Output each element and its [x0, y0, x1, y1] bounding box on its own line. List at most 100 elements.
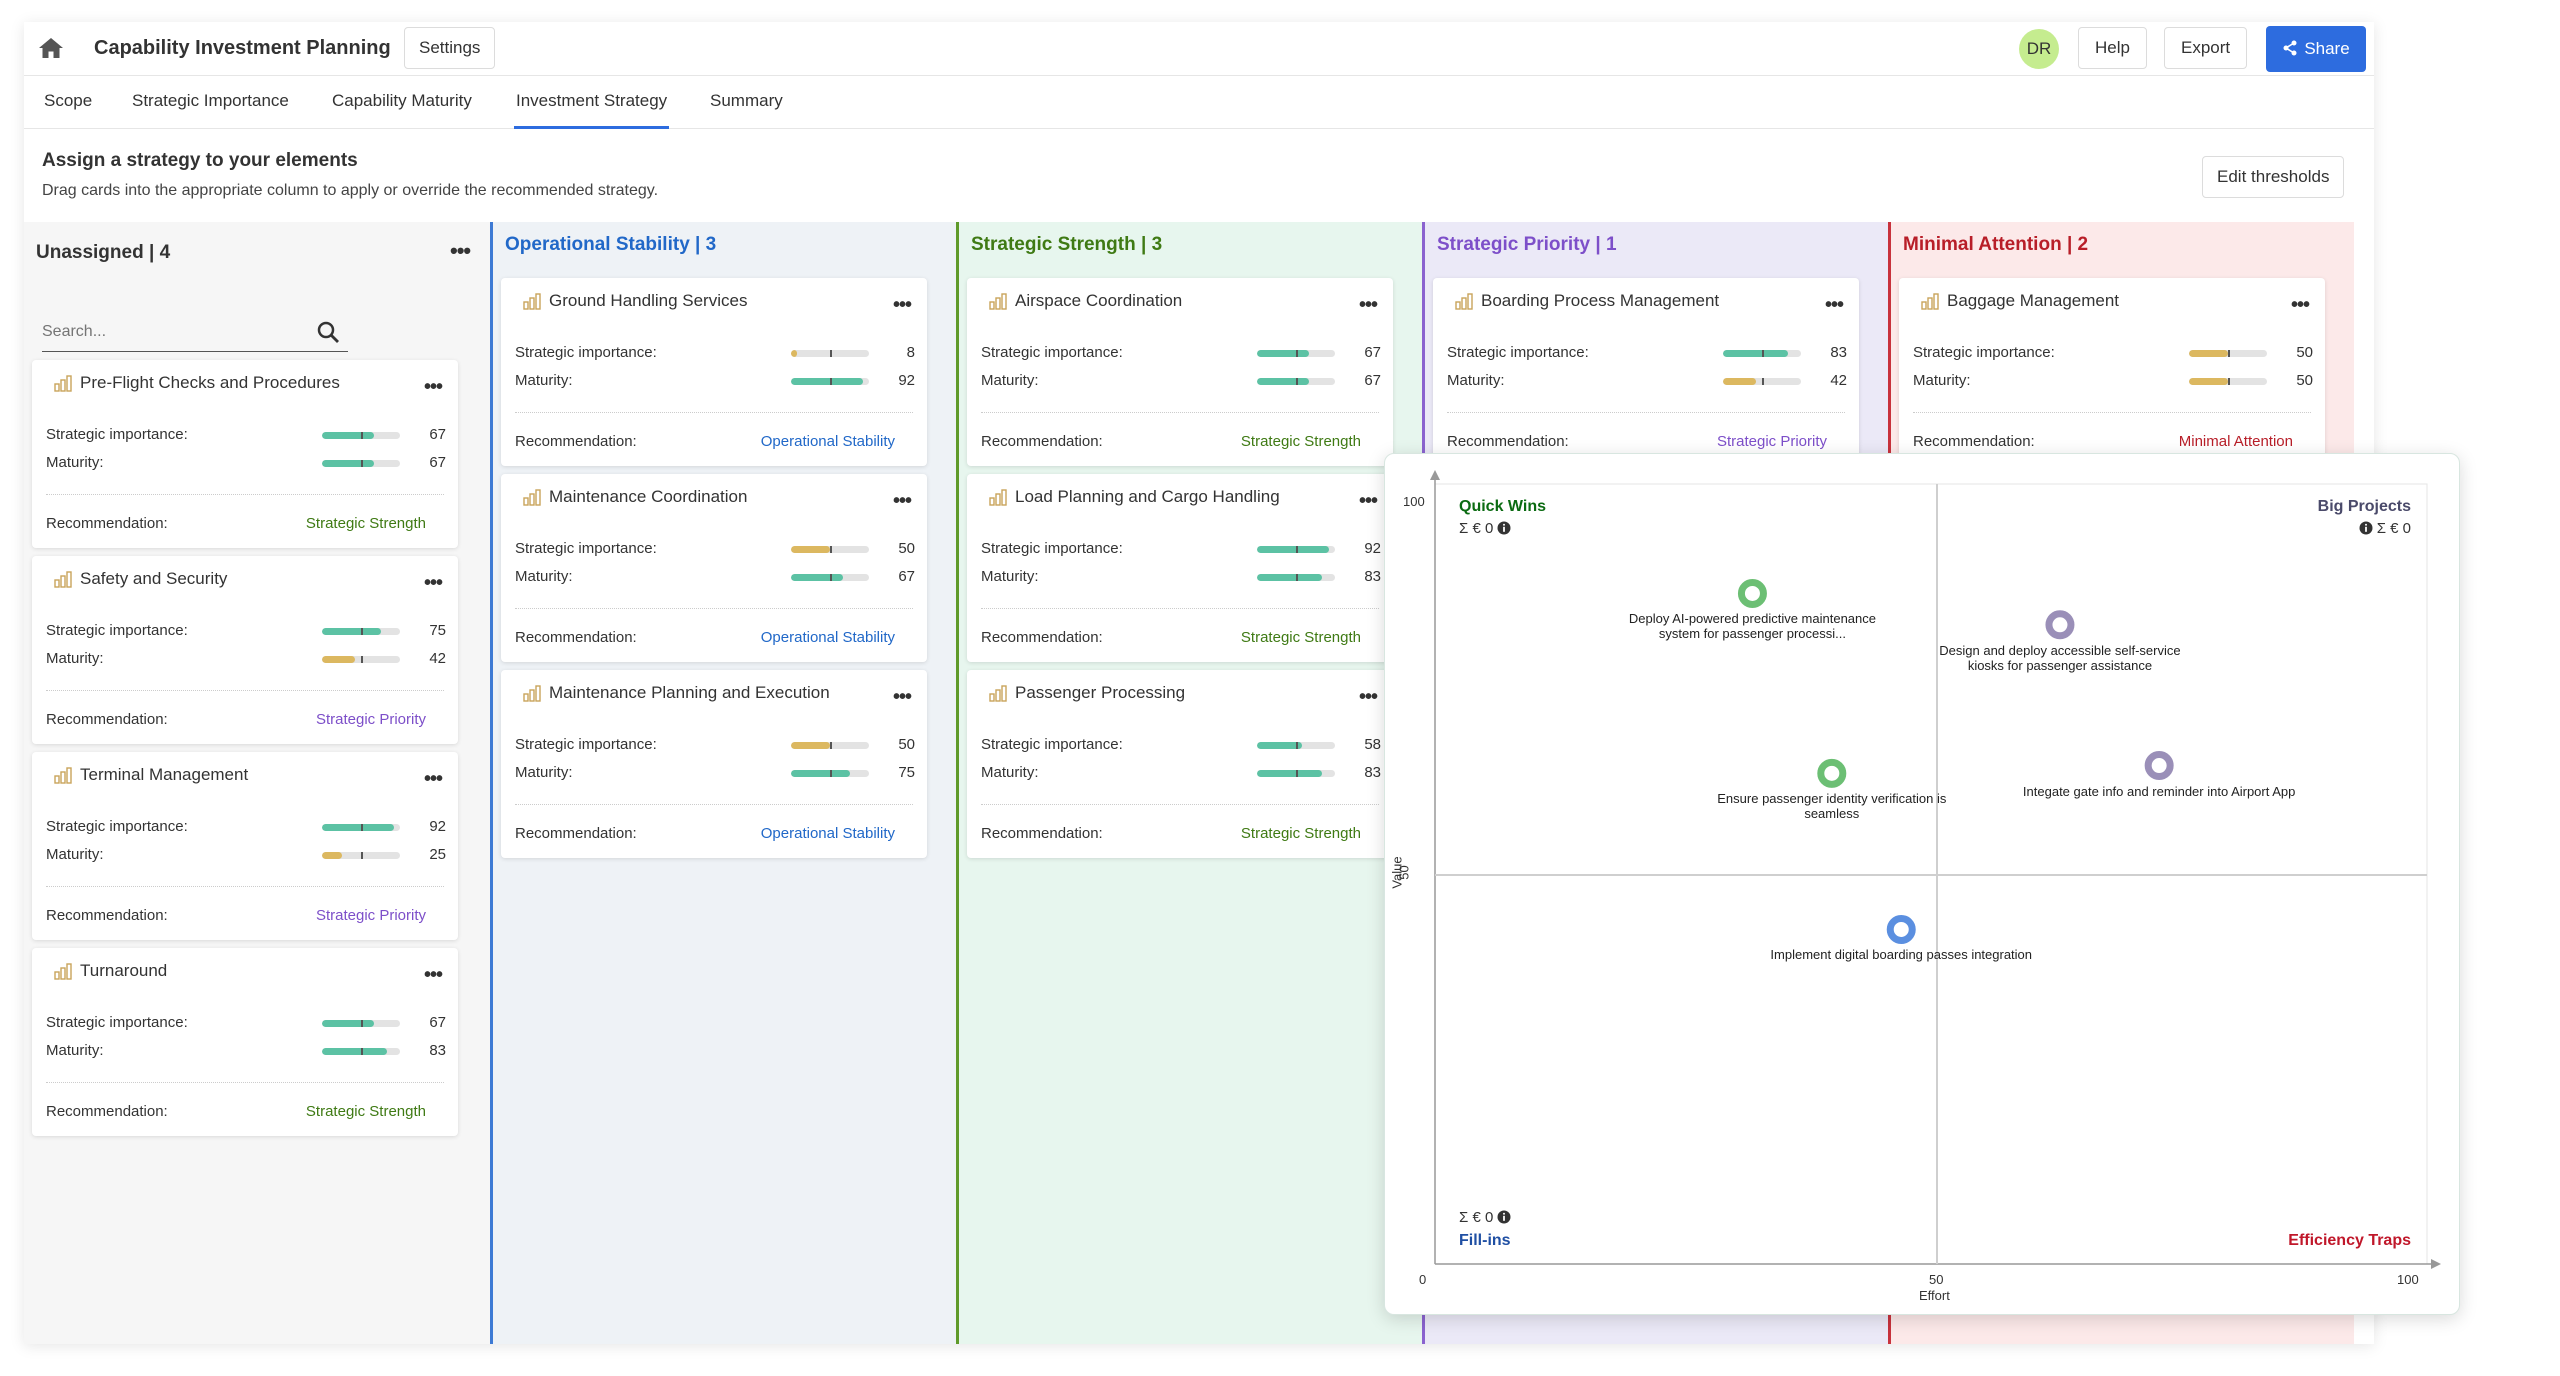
search-box [42, 312, 348, 352]
tab-strategic-importance[interactable]: Strategic Importance [130, 77, 291, 129]
app-title: Capability Investment Planning [94, 37, 391, 59]
x-axis-arrow [2431, 1259, 2441, 1269]
card-divider [981, 412, 1379, 413]
recommendation-label: Recommendation: [46, 907, 168, 924]
share-button[interactable]: Share [2266, 26, 2366, 72]
importance-label: Strategic importance: [46, 818, 188, 835]
recommendation-value: Strategic Strength [1240, 629, 1361, 646]
point-label: Deploy AI-powered predictive maintenance… [1628, 611, 1876, 642]
maturity-value: 42 [429, 650, 446, 667]
importance-threshold-tick [361, 628, 363, 635]
capability-card[interactable]: Maintenance Planning and Execution ••• Str… [501, 670, 927, 858]
settings-button[interactable]: Settings [404, 27, 496, 69]
card-divider [981, 608, 1379, 609]
point-label: Ensure passenger identity verification i… [1717, 791, 1947, 822]
importance-bar-fill [1723, 350, 1788, 357]
avatar[interactable]: DR [2019, 29, 2059, 69]
section-title: Assign a strategy to your elements [42, 150, 358, 171]
card-menu-button[interactable]: ••• [424, 572, 443, 595]
search-input[interactable] [42, 318, 302, 346]
importance-threshold-tick [830, 742, 832, 749]
maturity-bar [1257, 574, 1335, 581]
card-title: Load Planning and Cargo Handling [1015, 487, 1280, 506]
importance-bar [791, 742, 869, 749]
card-menu-button[interactable]: ••• [1359, 294, 1378, 317]
card-menu-button[interactable]: ••• [424, 768, 443, 791]
capability-card[interactable]: Baggage Management ••• Strategic importanc… [1899, 278, 2325, 466]
recommendation-label: Recommendation: [515, 433, 637, 450]
capability-card[interactable]: Airspace Coordination ••• Strategic import… [967, 278, 1393, 466]
edit-thresholds-button[interactable]: Edit thresholds [2202, 156, 2345, 198]
capability-card[interactable]: Load Planning and Cargo Handling ••• Strat… [967, 474, 1393, 662]
importance-bar [322, 824, 400, 831]
column-operational-stability: Operational Stability | 3 Ground Handlin… [490, 222, 956, 1344]
card-menu-button[interactable]: ••• [424, 376, 443, 399]
maturity-bar [1257, 770, 1335, 777]
importance-label: Strategic importance: [46, 426, 188, 443]
capability-card[interactable]: Boarding Process Management ••• Strategic … [1433, 278, 1859, 466]
info-icon[interactable] [1497, 521, 1511, 535]
importance-bar [1257, 742, 1335, 749]
maturity-value: 50 [2296, 372, 2313, 389]
importance-bar-fill [322, 432, 375, 439]
card-menu-button[interactable]: ••• [893, 294, 912, 317]
tab-investment-strategy[interactable]: Investment Strategy [514, 77, 670, 129]
capability-card[interactable]: Terminal Management ••• Strategic importan… [32, 752, 458, 940]
importance-label: Strategic importance: [515, 736, 657, 753]
card-title: Airspace Coordination [1015, 291, 1183, 310]
recommendation-value: Operational Stability [760, 433, 895, 450]
card-menu-button[interactable]: ••• [1359, 686, 1378, 709]
value-effort-matrix: Quick Wins Σ € 0 Big Projects Σ € 0 Σ € … [1384, 453, 2460, 1315]
x-axis-title: Effort [1919, 1288, 1950, 1303]
capability-card[interactable]: Pre-Flight Checks and Procedures ••• Strat… [32, 360, 458, 548]
capability-card[interactable]: Ground Handling Services ••• Strategic imp… [501, 278, 927, 466]
point-label: Integate gate info and reminder into Air… [2022, 783, 2296, 799]
quadrant-label-quick-wins: Quick Wins [1459, 498, 1546, 515]
card-menu-button[interactable]: ••• [2291, 294, 2310, 317]
maturity-bar-fill [322, 656, 355, 663]
column-menu-button[interactable]: ••• [450, 238, 471, 264]
card-divider [46, 1082, 444, 1083]
scatter-point[interactable] [2144, 751, 2174, 781]
scatter-point[interactable] [2045, 610, 2075, 640]
importance-threshold-tick [1762, 350, 1764, 357]
tab-capability-maturity[interactable]: Capability Maturity [330, 77, 474, 129]
export-button[interactable]: Export [2164, 27, 2248, 69]
card-menu-button[interactable]: ••• [424, 964, 443, 987]
recommendation-label: Recommendation: [46, 1103, 168, 1120]
importance-label: Strategic importance: [981, 344, 1123, 361]
tab-summary[interactable]: Summary [708, 77, 785, 129]
importance-value: 67 [429, 426, 446, 443]
search-icon[interactable] [316, 320, 340, 344]
card-menu-button[interactable]: ••• [1825, 294, 1844, 317]
importance-value: 92 [429, 818, 446, 835]
importance-threshold-tick [1296, 546, 1298, 553]
recommendation-label: Recommendation: [1913, 433, 2035, 450]
importance-threshold-tick [1296, 350, 1298, 357]
maturity-label: Maturity: [46, 650, 104, 667]
capability-card[interactable]: Passenger Processing ••• Strategic importa… [967, 670, 1393, 858]
capability-card[interactable]: Maintenance Coordination ••• Strategic imp… [501, 474, 927, 662]
home-icon[interactable] [38, 36, 64, 60]
maturity-threshold-tick [1296, 574, 1298, 581]
capability-icon [523, 685, 541, 702]
card-menu-button[interactable]: ••• [1359, 490, 1378, 513]
card-title: Ground Handling Services [549, 291, 748, 310]
maturity-value: 75 [898, 764, 915, 781]
scatter-point[interactable] [1817, 758, 1847, 788]
capability-card[interactable]: Turnaround ••• Strategic importance: 67 Matu… [32, 948, 458, 1136]
info-icon[interactable] [1497, 1210, 1511, 1224]
help-button[interactable]: Help [2078, 27, 2147, 69]
capability-card[interactable]: Safety and Security ••• Strategic importan… [32, 556, 458, 744]
y-axis-title: Value [1389, 856, 1405, 889]
importance-bar [322, 432, 400, 439]
card-title: Passenger Processing [1015, 683, 1186, 702]
card-menu-button[interactable]: ••• [893, 490, 912, 513]
scatter-point[interactable] [1886, 914, 1916, 944]
maturity-bar-fill [1723, 378, 1756, 385]
card-menu-button[interactable]: ••• [893, 686, 912, 709]
tab-scope[interactable]: Scope [42, 77, 94, 129]
maturity-value: 67 [429, 454, 446, 471]
scatter-point[interactable] [1737, 578, 1767, 608]
info-icon[interactable] [2359, 521, 2373, 535]
